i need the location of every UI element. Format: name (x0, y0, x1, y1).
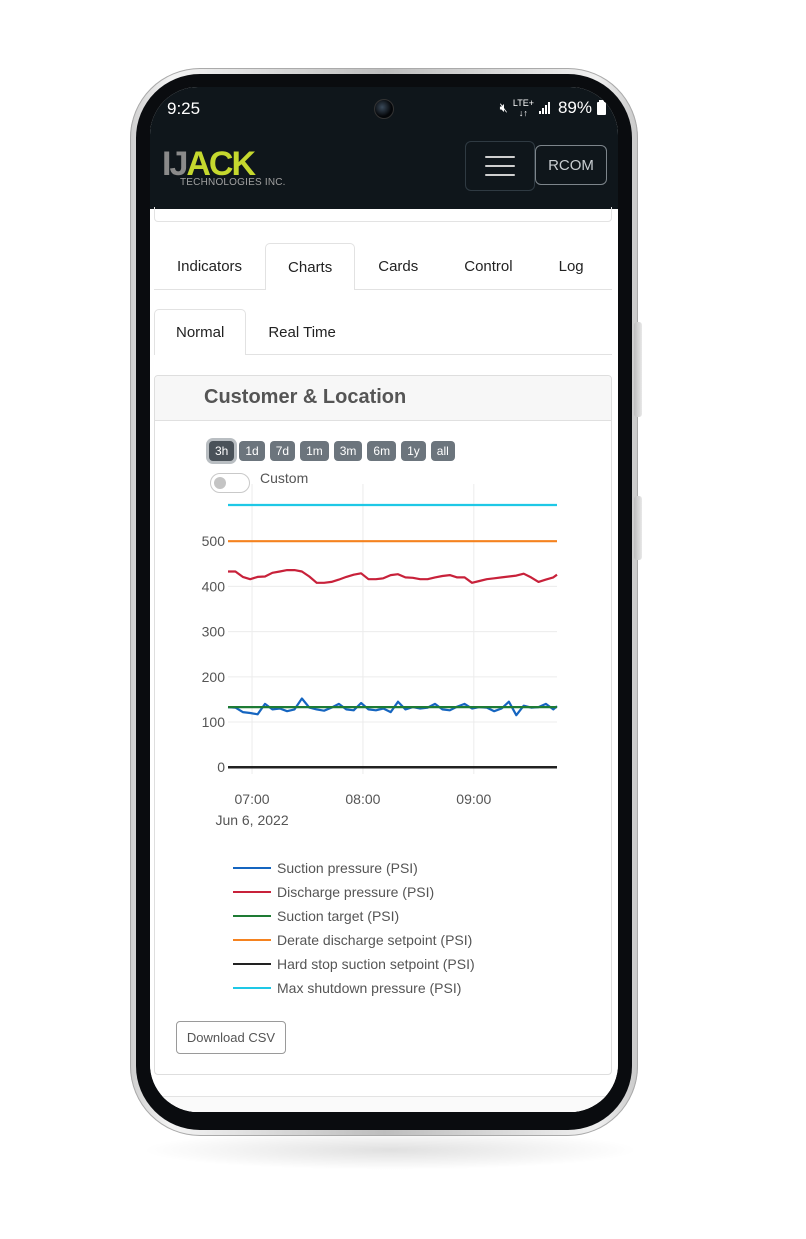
y-tick-label: 500 (202, 533, 226, 549)
legend-item-hard-stop-suction-setpoint[interactable]: Hard stop suction setpoint (PSI) (233, 952, 475, 976)
hamburger-menu-icon (485, 156, 515, 158)
y-tick-label: 200 (202, 669, 226, 685)
pressure-chart[interactable]: 0 100 200 300 400 500 07:00 Jun 6, 2022 08:00 09:… (155, 376, 611, 846)
previous-card-edge (154, 207, 612, 222)
signal-bars-icon (538, 102, 550, 114)
tab-log[interactable]: Log (536, 243, 607, 289)
subtab-real-time[interactable]: Real Time (246, 309, 358, 354)
legend-swatch (233, 987, 271, 989)
next-card-edge (154, 1096, 612, 1112)
subtab-normal[interactable]: Normal (154, 309, 247, 355)
tab-cards[interactable]: Cards (355, 243, 441, 289)
volume-button (634, 322, 642, 417)
series-line-discharge-pressure-psi (228, 569, 558, 584)
tab-indicators[interactable]: Indicators (154, 243, 265, 289)
navbar: IJACK TECHNOLOGIES INC. RCOM (150, 129, 618, 209)
x-tick-label: 07:00 (235, 791, 270, 807)
hamburger-menu-button[interactable] (465, 141, 535, 191)
chart-card: Customer & Location 3h 1d 7d 1m 3m 6m 1y… (154, 375, 612, 1075)
legend-swatch (233, 891, 271, 893)
y-tick-label: 100 (202, 714, 226, 730)
logo-subtitle: TECHNOLOGIES INC. (180, 177, 286, 188)
legend-swatch (233, 867, 271, 869)
network-type-icon: LTE+ ↓↑ (512, 98, 534, 118)
legend-item-max-shutdown-pressure[interactable]: Max shutdown pressure (PSI) (233, 976, 475, 1000)
legend-label: Hard stop suction setpoint (PSI) (277, 956, 475, 972)
legend-label: Discharge pressure (PSI) (277, 884, 435, 900)
tab-charts[interactable]: Charts (265, 243, 356, 290)
ijack-logo[interactable]: IJACK TECHNOLOGIES INC. (162, 145, 285, 195)
x-tick-date-label: Jun 6, 2022 (215, 812, 288, 828)
tab-control[interactable]: Control (441, 243, 535, 289)
legend-item-derate-discharge-setpoint[interactable]: Derate discharge setpoint (PSI) (233, 928, 475, 952)
legend-item-suction-target[interactable]: Suction target (PSI) (233, 904, 475, 928)
phone-shadow (140, 1130, 640, 1170)
x-tick-label: 08:00 (345, 791, 380, 807)
download-csv-button[interactable]: Download CSV (176, 1021, 286, 1054)
status-bar: 9:25 🔇︎ LTE+ ↓↑ 89% (150, 87, 618, 129)
legend-label: Max shutdown pressure (PSI) (277, 980, 462, 996)
front-camera (374, 99, 394, 119)
legend-item-suction-pressure[interactable]: Suction pressure (PSI) (233, 856, 475, 880)
battery-percent: 89% (557, 98, 592, 117)
x-tick-label: 09:00 (456, 791, 491, 807)
page-content: Indicators Charts Cards Control Log Norm… (150, 207, 618, 1112)
y-tick-label: 0 (217, 759, 225, 775)
legend-swatch (233, 963, 271, 965)
legend-item-discharge-pressure[interactable]: Discharge pressure (PSI) (233, 880, 475, 904)
main-tabs: Indicators Charts Cards Control Log (154, 243, 612, 290)
rcom-button[interactable]: RCOM (535, 145, 607, 185)
status-icons: 🔇︎ LTE+ ↓↑ 89% (500, 98, 606, 118)
power-button (634, 496, 642, 560)
phone-screen: 9:25 🔇︎ LTE+ ↓↑ 89% IJACK TECHNOLOGIES IN… (150, 87, 618, 1112)
chart-legend: Suction pressure (PSI) Discharge pressur… (233, 856, 475, 1000)
y-tick-label: 400 (202, 578, 226, 594)
battery-icon (597, 99, 606, 115)
legend-label: Suction pressure (PSI) (277, 860, 418, 876)
legend-label: Suction target (PSI) (277, 908, 400, 924)
status-time: 9:25 (167, 99, 201, 118)
legend-swatch (233, 939, 271, 941)
legend-swatch (233, 915, 271, 917)
vibrate-mute-icon: 🔇︎ (499, 100, 508, 115)
y-tick-label: 300 (202, 624, 226, 640)
legend-label: Derate discharge setpoint (PSI) (277, 932, 473, 948)
chart-subtabs: Normal Real Time (154, 309, 612, 355)
